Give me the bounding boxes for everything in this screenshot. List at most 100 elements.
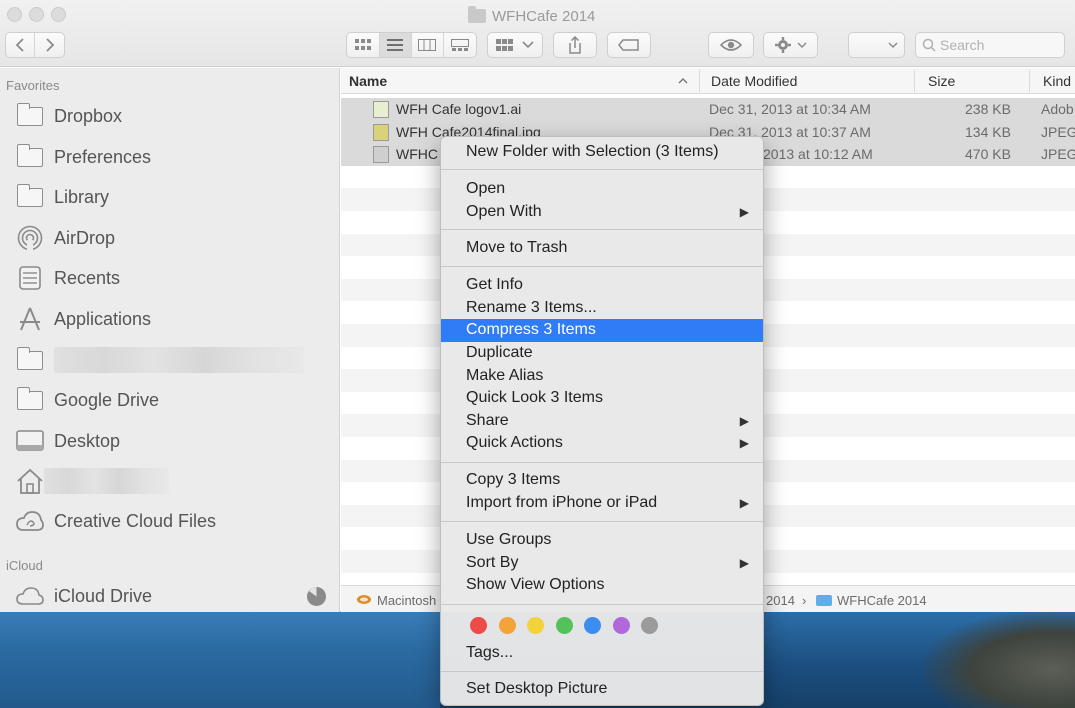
column-header-name[interactable]: Name: [349, 73, 387, 89]
sidebar-item-icloud-drive[interactable]: iCloud Drive: [16, 581, 152, 611]
sidebar-item-label: Preferences: [54, 146, 152, 167]
file-row[interactable]: WFH Cafe logov1.ai Dec 31, 2013 at 10:34…: [341, 98, 1075, 121]
menu-item-duplicate[interactable]: Duplicate: [441, 342, 763, 365]
sidebar-item-google-drive[interactable]: Google Drive: [16, 385, 159, 415]
sidebar-item-airdrop[interactable]: AirDrop: [16, 223, 115, 253]
column-header-size[interactable]: Size: [928, 73, 955, 89]
list-view-button[interactable]: [379, 33, 412, 57]
titlebar: WFHCafe 2014 Search: [0, 0, 1075, 67]
menu-item-quick-actions[interactable]: Quick Actions ▶: [441, 432, 763, 455]
tag-orange-dot[interactable]: [499, 617, 516, 634]
file-size: 238 KB: [965, 101, 1011, 117]
menu-item-label: Share: [466, 411, 509, 429]
tag-green-dot[interactable]: [556, 617, 573, 634]
ocean-area: [0, 612, 440, 708]
sidebar-item-dropbox[interactable]: Dropbox: [16, 101, 122, 131]
sidebar-item-applications[interactable]: Applications: [16, 304, 151, 334]
submenu-arrow-icon: ▶: [739, 495, 749, 510]
menu-item-get-info[interactable]: Get Info: [441, 274, 763, 297]
menu-item-share[interactable]: Share ▶: [441, 410, 763, 433]
sidebar-item-desktop[interactable]: Desktop: [16, 426, 120, 456]
path-item-current[interactable]: WFHCafe 2014: [837, 593, 927, 608]
column-header-kind[interactable]: Kind: [1043, 73, 1071, 89]
share-button[interactable]: [553, 32, 597, 58]
share-icon: [569, 36, 581, 54]
chevron-right-icon: [45, 38, 54, 52]
menu-item-rename[interactable]: Rename 3 Items...: [441, 297, 763, 320]
menu-item-label: Set Desktop Picture: [466, 680, 608, 698]
path-separator: ›: [802, 593, 807, 608]
minimize-window-button[interactable]: [29, 7, 44, 22]
file-kind: Adob: [1041, 101, 1074, 117]
group-grid-icon: [496, 39, 513, 51]
menu-item-set-desktop-picture[interactable]: Set Desktop Picture: [441, 678, 763, 701]
gallery-view-button[interactable]: [444, 33, 476, 57]
back-button[interactable]: [6, 33, 35, 57]
menu-item-sort-by[interactable]: Sort By ▶: [441, 552, 763, 575]
tag-purple-dot[interactable]: [613, 617, 630, 634]
icon-view-button[interactable]: [348, 33, 380, 57]
menu-item-open[interactable]: Open: [441, 178, 763, 201]
recents-icon: [19, 266, 41, 290]
tag-gray-dot[interactable]: [641, 617, 658, 634]
sidebar-item-preferences[interactable]: Preferences: [16, 142, 151, 172]
zoom-window-button[interactable]: [51, 7, 66, 22]
favorites-heading: Favorites: [6, 78, 60, 93]
sidebar: Favorites Dropbox Preferences Library Ai…: [0, 68, 340, 612]
sidebar-item-redacted-folder[interactable]: [16, 345, 304, 375]
tag-button[interactable]: [607, 32, 651, 58]
action-menu-button[interactable]: [763, 32, 818, 58]
back-forward-buttons: [5, 32, 65, 58]
file-kind: JPEG: [1041, 146, 1075, 163]
menu-item-import-from-iphone[interactable]: Import from iPhone or iPad ▶: [441, 492, 763, 515]
folder-icon: [16, 183, 43, 207]
menu-item-compress[interactable]: Compress 3 Items: [441, 319, 763, 342]
submenu-arrow-icon: ▶: [739, 436, 749, 451]
column-header-date[interactable]: Date Modified: [711, 73, 797, 89]
tag-yellow-dot[interactable]: [527, 617, 544, 634]
sidebar-item-library[interactable]: Library: [16, 182, 109, 212]
sidebar-item-label: Library: [54, 186, 110, 207]
path-popup-button[interactable]: [848, 32, 905, 58]
tag-blue-dot[interactable]: [584, 617, 601, 634]
chevron-up-icon: [678, 78, 688, 84]
list-header: Name Date Modified Size Kind: [341, 68, 1075, 94]
menu-item-show-view-options[interactable]: Show View Options: [441, 574, 763, 597]
file-kind: JPEG: [1041, 123, 1075, 140]
submenu-arrow-icon: ▶: [739, 555, 749, 570]
search-field[interactable]: Search: [915, 32, 1065, 58]
column-view-button[interactable]: [412, 33, 444, 57]
sidebar-item-label: iCloud Drive: [54, 585, 153, 606]
gallery-icon: [450, 39, 469, 51]
file-size: 470 KB: [965, 146, 1011, 163]
sidebar-item-label: Desktop: [54, 430, 121, 451]
close-window-button[interactable]: [7, 7, 22, 22]
file-date: Dec 31, 2013 at 10:34 AM: [709, 101, 871, 117]
menu-item-copy[interactable]: Copy 3 Items: [441, 469, 763, 492]
menu-item-use-groups[interactable]: Use Groups: [441, 529, 763, 552]
sidebar-item-home[interactable]: [16, 466, 169, 496]
sidebar-item-recents[interactable]: Recents: [16, 263, 120, 293]
applications-icon: [20, 307, 40, 331]
menu-item-make-alias[interactable]: Make Alias: [441, 364, 763, 387]
folder-icon: [16, 102, 43, 126]
sidebar-item-creative-cloud-files[interactable]: Creative Cloud Files: [16, 506, 216, 536]
menu-item-move-to-trash[interactable]: Move to Trash: [441, 237, 763, 260]
group-by-button[interactable]: [487, 32, 543, 58]
redacted-label: [54, 347, 304, 373]
tag-red-dot[interactable]: [470, 617, 487, 634]
file-name: WFHC: [396, 146, 438, 163]
menu-item-label: Quick Actions: [466, 434, 563, 452]
search-placeholder: Search: [940, 37, 985, 53]
forward-button[interactable]: [35, 33, 64, 57]
menu-item-tags[interactable]: Tags...: [441, 642, 763, 665]
path-item-disk[interactable]: Macintosh: [377, 593, 436, 608]
menu-item-open-with[interactable]: Open With ▶: [441, 201, 763, 224]
path-item-parent[interactable]: 2014: [766, 593, 795, 608]
menu-item-new-folder-with-selection[interactable]: New Folder with Selection (3 Items): [441, 141, 763, 164]
disk-icon: [357, 595, 371, 604]
quick-look-button[interactable]: [708, 32, 754, 58]
menu-item-quick-look[interactable]: Quick Look 3 Items: [441, 387, 763, 410]
menu-item-label: Compress 3 Items: [466, 321, 596, 339]
sidebar-item-label: Recents: [54, 267, 121, 288]
